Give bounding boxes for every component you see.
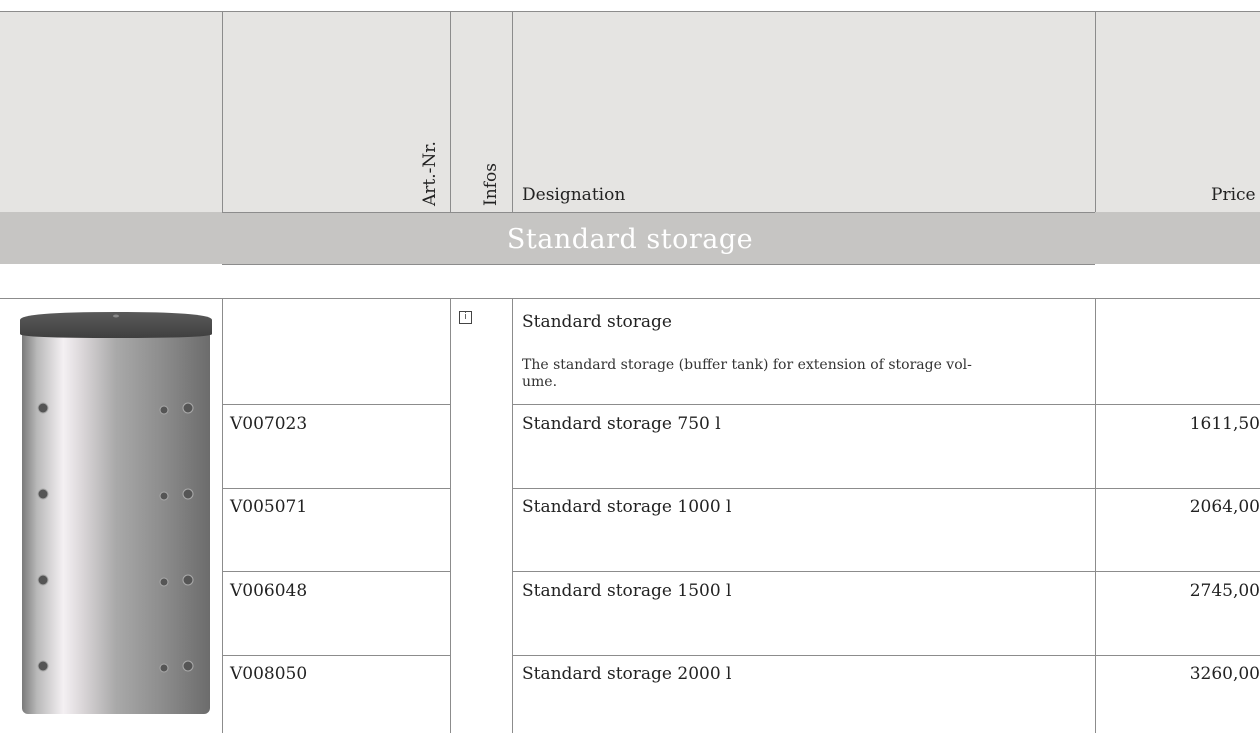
row-designation: Standard storage 750 l (522, 414, 721, 434)
column-divider (1095, 298, 1096, 733)
column-header-price: Price (1211, 185, 1256, 205)
row-art-nr: V007023 (230, 414, 308, 434)
table-header (0, 11, 1260, 212)
row-separator (222, 404, 450, 405)
row-separator (512, 404, 1260, 405)
row-price: 2745,00 (1189, 581, 1260, 601)
product-title: Standard storage (522, 312, 672, 332)
section-bottom-border (222, 264, 1095, 265)
row-separator (512, 655, 1260, 656)
row-price: 1611,50 (1189, 414, 1260, 434)
row-designation: Standard storage 2000 l (522, 664, 732, 684)
column-divider (450, 298, 451, 733)
column-header-infos: Infos (481, 163, 501, 206)
row-price: 2064,00 (1189, 497, 1260, 517)
info-icon[interactable]: i (459, 311, 472, 324)
row-art-nr: V006048 (230, 581, 308, 601)
header-divider (1095, 11, 1096, 212)
row-price: 3260,00 (1189, 664, 1260, 684)
row-separator (222, 655, 450, 656)
storage-tank-image (20, 312, 212, 714)
row-designation: Standard storage 1500 l (522, 581, 732, 601)
row-separator (222, 488, 450, 489)
product-description: The standard storage (buffer tank) for e… (522, 357, 972, 390)
column-divider (512, 298, 513, 733)
row-designation: Standard storage 1000 l (522, 497, 732, 517)
header-divider (450, 11, 451, 212)
row-separator (222, 571, 450, 572)
product-top-border (0, 298, 1260, 299)
header-top-border (0, 11, 1260, 12)
row-art-nr: V005071 (230, 497, 308, 517)
column-divider (222, 298, 223, 733)
column-header-designation: Designation (522, 185, 626, 205)
price-list-page: Art.-Nr. Infos Designation Price Standar… (0, 0, 1260, 733)
section-top-border (222, 212, 1095, 213)
header-divider (512, 11, 513, 212)
row-separator (512, 571, 1260, 572)
row-separator (512, 488, 1260, 489)
column-header-art-nr: Art.-Nr. (420, 141, 440, 206)
section-title: Standard storage (506, 224, 754, 255)
header-divider (222, 11, 223, 212)
row-art-nr: V008050 (230, 664, 308, 684)
